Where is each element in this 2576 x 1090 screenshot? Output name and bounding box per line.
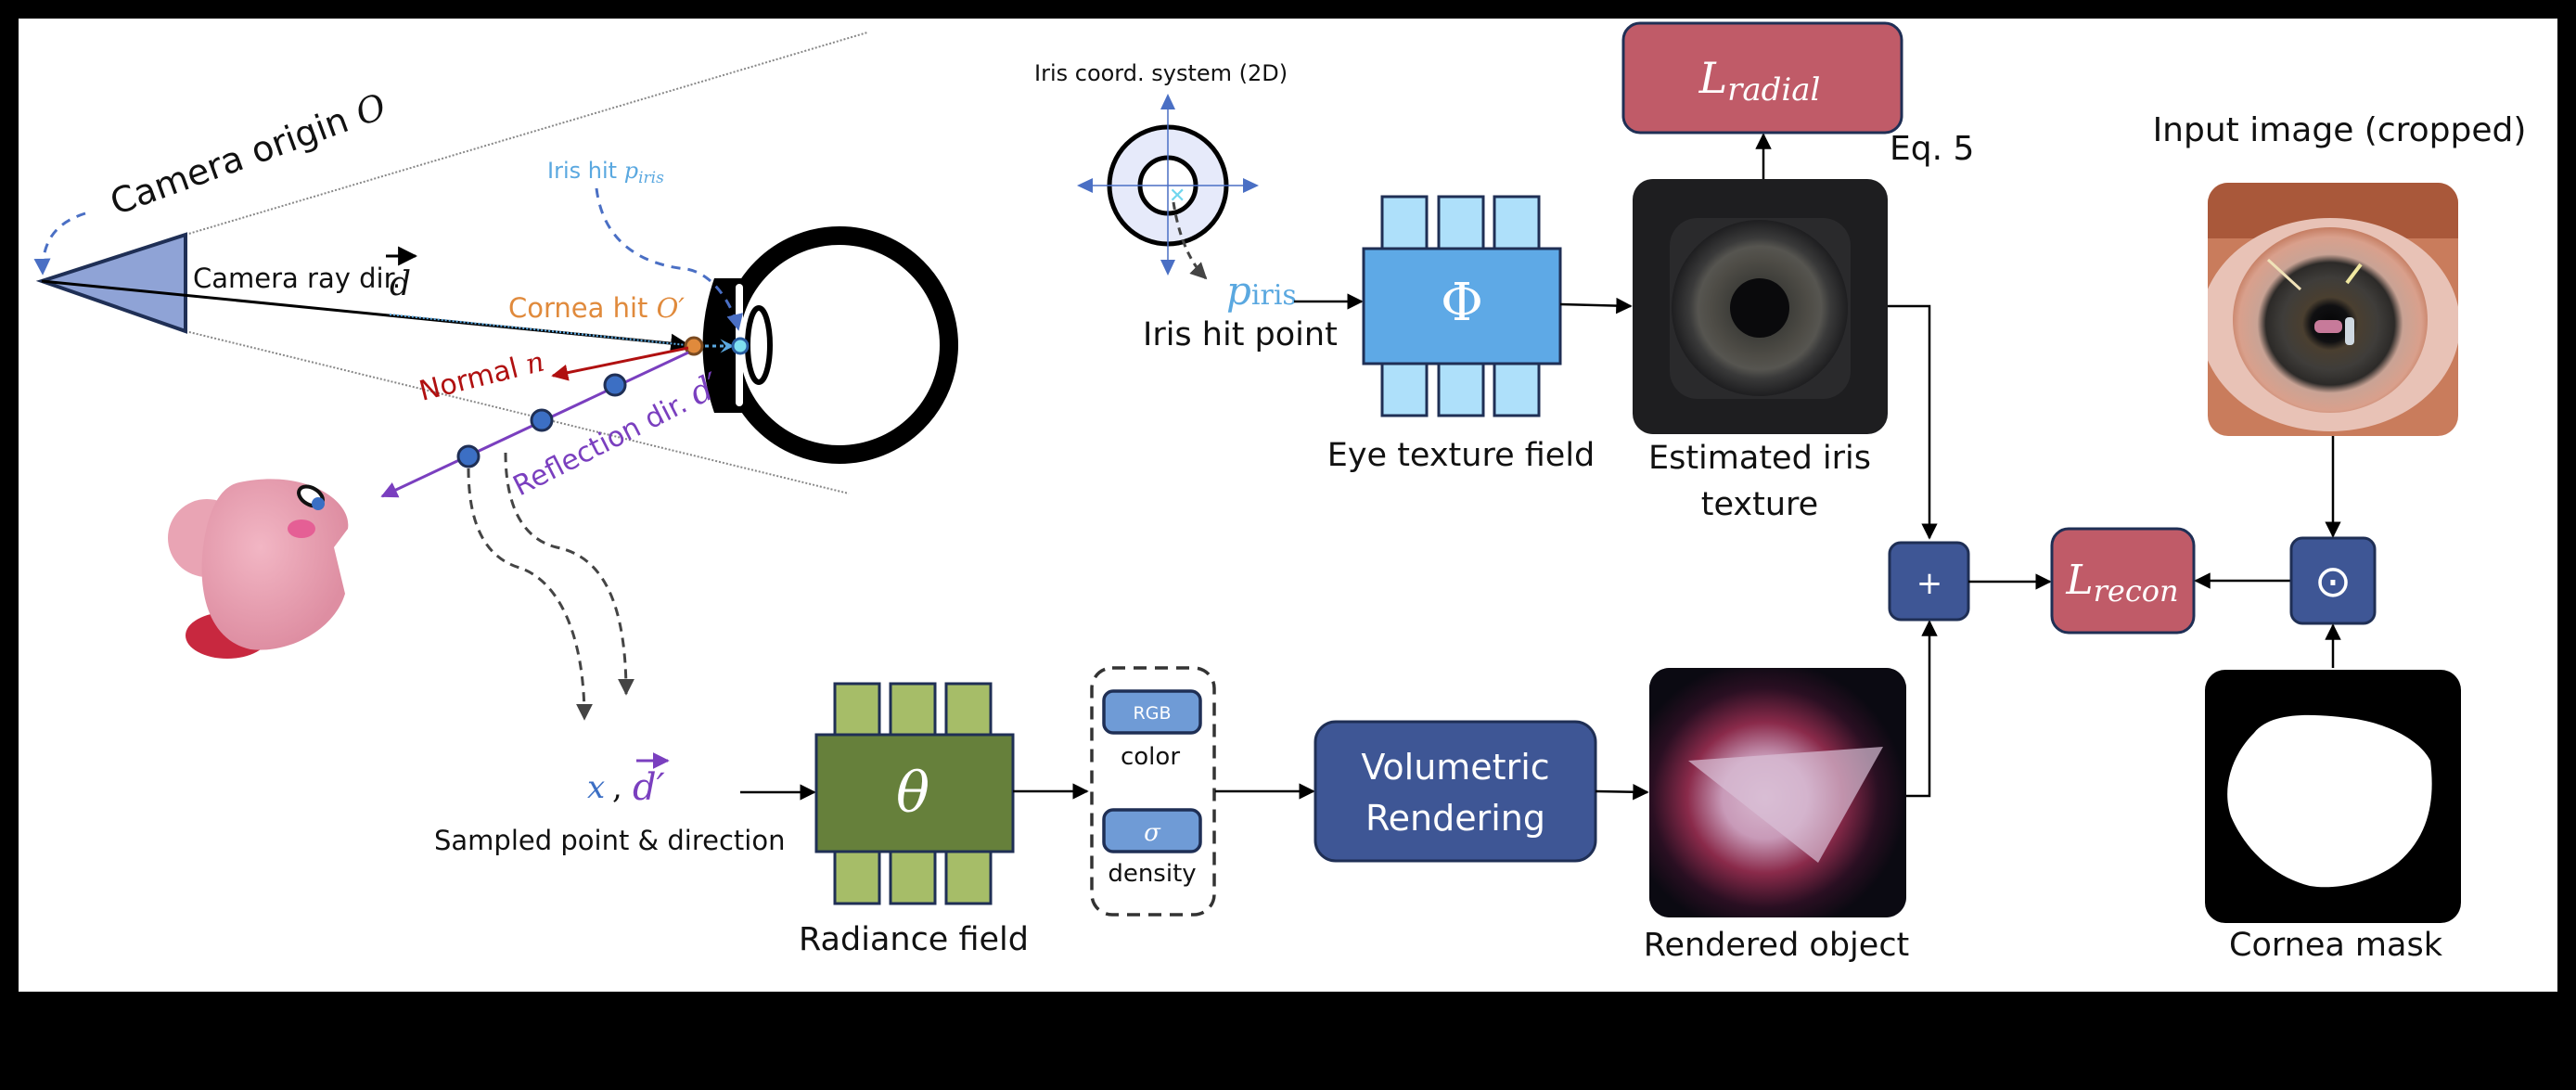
estimated-iris-texture-image xyxy=(1633,179,1888,434)
iris-branch: Iris coord. system (2D) ✕ piris Iris hit… xyxy=(1034,21,1974,540)
plus-operator-box: + xyxy=(1888,541,1970,622)
arrow-render-to-plus xyxy=(1906,620,1938,798)
radiance-field-label: Radiance field xyxy=(799,921,1029,958)
pipeline-diagram: Camera origin O Camera ray dir. d Cornea… xyxy=(33,21,2527,964)
input-image-label: Input image (cropped) xyxy=(2153,111,2527,149)
camera-origin-label: Camera origin O xyxy=(105,85,391,223)
eye-texture-field-label: Eye texture field xyxy=(1327,437,1596,474)
kirby-object-image xyxy=(168,479,349,659)
radial-loss-box: Lradial xyxy=(1621,21,1903,135)
radiance-field-block: θ xyxy=(814,682,1015,905)
equation-reference: Eq. 5 xyxy=(1890,130,1974,168)
arrow-phi-to-texture xyxy=(1559,297,1633,314)
svg-text:d: d xyxy=(390,265,411,303)
sample-point xyxy=(530,408,554,432)
iris-coord-system-label: Iris coord. system (2D) xyxy=(1034,60,1288,86)
sigma-output-chip: σ xyxy=(1102,808,1202,853)
svg-text:x: x xyxy=(587,769,605,806)
iris-point-label: Iris hit point xyxy=(1143,316,1338,353)
rendered-object-image xyxy=(1649,668,1906,917)
sampled-input-symbols: x , d′ xyxy=(587,752,670,809)
scene-geometry: Camera origin O Camera ray dir. d Cornea… xyxy=(33,32,958,721)
sigma-output-label: density xyxy=(1108,860,1196,888)
svg-text:σ: σ xyxy=(1144,819,1161,847)
field-outputs-group: RGB color σ density xyxy=(1090,666,1216,917)
svg-text:+: + xyxy=(1916,565,1943,602)
cornea-hit-point xyxy=(684,336,704,356)
iris-texture-label: Estimated iris texture xyxy=(1648,440,1871,523)
svg-text:,: , xyxy=(612,769,622,806)
arrow-texture-to-plus xyxy=(1888,304,1938,540)
eye-texture-field-block: Φ xyxy=(1362,195,1562,417)
camera-ray-label: Camera ray dir. xyxy=(193,263,401,294)
svg-text:⊙: ⊙ xyxy=(2314,556,2352,608)
arrow-render-to-object xyxy=(1595,783,1649,801)
input-eye-image xyxy=(2208,183,2458,436)
cornea-hit-label: Cornea hit O′ xyxy=(508,292,685,324)
svg-text:✕: ✕ xyxy=(1169,185,1185,208)
cornea-mask-image xyxy=(2205,670,2461,923)
camera-origin-pointer xyxy=(33,212,86,276)
cornea-mask-label: Cornea mask xyxy=(2229,927,2443,964)
recon-loss-box: Lrecon xyxy=(2050,527,2196,635)
volumetric-rendering-block: Volumetric Rendering xyxy=(1314,720,1597,863)
iris-coord-system-icon: ✕ xyxy=(1077,94,1259,276)
sample-point xyxy=(456,444,481,468)
sample-point xyxy=(603,373,627,397)
reconstruction-section: + Lrecon ⊙ Input image (cropped) Cornea … xyxy=(1888,111,2527,964)
rgb-output-chip: RGB xyxy=(1102,689,1202,735)
svg-text:θ: θ xyxy=(896,761,929,826)
svg-text:d′: d′ xyxy=(633,766,665,809)
svg-text:Φ: Φ xyxy=(1441,273,1483,333)
iris-hit-label: Iris hit piris xyxy=(547,158,664,187)
rgb-output-label: color xyxy=(1121,743,1180,771)
sample-point-pointer xyxy=(467,468,593,721)
rendered-object-label: Rendered object xyxy=(1644,927,1910,964)
normal-label: Normal n xyxy=(416,346,547,408)
iris-hit-point xyxy=(731,337,750,355)
iris-point-symbol: piris xyxy=(1226,268,1297,314)
radiance-branch: x , d′ Sampled point & direction θ Radia… xyxy=(434,620,1938,964)
odot-operator-box: ⊙ xyxy=(2289,536,2377,625)
svg-text:RGB: RGB xyxy=(1134,703,1172,724)
sampled-input-label: Sampled point & direction xyxy=(434,825,785,856)
